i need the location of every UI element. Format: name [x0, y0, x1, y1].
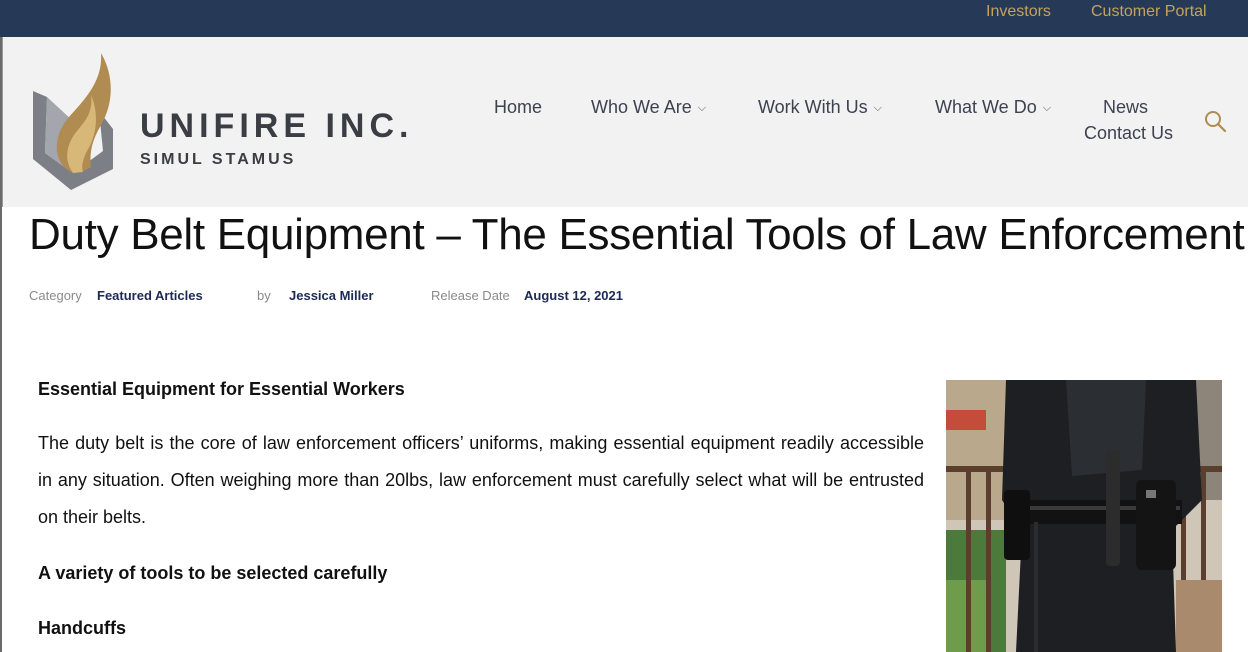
article-title: Duty Belt Equipment – The Essential Tool… — [29, 210, 1245, 259]
officer-duty-belt-photo — [946, 380, 1222, 652]
nav-news[interactable]: News — [1103, 97, 1148, 118]
customer-portal-link[interactable]: Customer Portal — [1091, 3, 1207, 21]
brand-tagline: SIMUL STAMUS — [140, 151, 297, 168]
nav-contact-us[interactable]: Contact Us — [1084, 123, 1173, 144]
nav-what-we-do[interactable]: What We Do ⌵ — [935, 97, 1051, 118]
nav-news-label: News — [1103, 97, 1149, 117]
release-date-label: Release Date — [431, 288, 510, 303]
nav-home[interactable]: Home — [494, 97, 542, 118]
brand-name: UNIFIRE INC. — [140, 107, 414, 145]
nav-work-with-us[interactable]: Work With Us ⌵ — [758, 97, 882, 118]
section-heading-variety-of-tools: A variety of tools to be selected carefu… — [38, 563, 388, 583]
category-label: Category — [29, 288, 82, 303]
investors-link[interactable]: Investors — [986, 3, 1051, 21]
nav-work-with-us-label: Work With Us — [758, 97, 868, 117]
chevron-down-icon: ⌵ — [873, 101, 883, 114]
nav-who-we-are[interactable]: Who We Are ⌵ — [591, 97, 706, 118]
by-label: by — [257, 288, 271, 303]
site-header: UNIFIRE INC. SIMUL STAMUS Home Who We Ar… — [2, 37, 1248, 207]
section-heading-essential-equipment: Essential Equipment for Essential Worker… — [38, 379, 405, 399]
intro-paragraph: The duty belt is the core of law enforce… — [38, 433, 924, 527]
chevron-down-icon: ⌵ — [1042, 101, 1052, 114]
top-utility-bar: Investors Customer Portal — [0, 0, 1248, 37]
nav-who-we-are-label: Who We Are — [591, 97, 692, 117]
nav-home-label: Home — [494, 97, 543, 117]
nav-what-we-do-label: What We Do — [935, 97, 1037, 117]
section-heading-handcuffs: Handcuffs — [38, 618, 127, 638]
search-icon[interactable] — [1203, 109, 1227, 133]
release-date-value: August 12, 2021 — [524, 288, 623, 303]
nav-contact-us-label: Contact Us — [1084, 123, 1174, 143]
unifire-logo-icon[interactable] — [29, 51, 119, 191]
chevron-down-icon: ⌵ — [697, 101, 707, 114]
category-link[interactable]: Featured Articles — [97, 288, 203, 303]
author-link[interactable]: Jessica Miller — [289, 288, 374, 303]
